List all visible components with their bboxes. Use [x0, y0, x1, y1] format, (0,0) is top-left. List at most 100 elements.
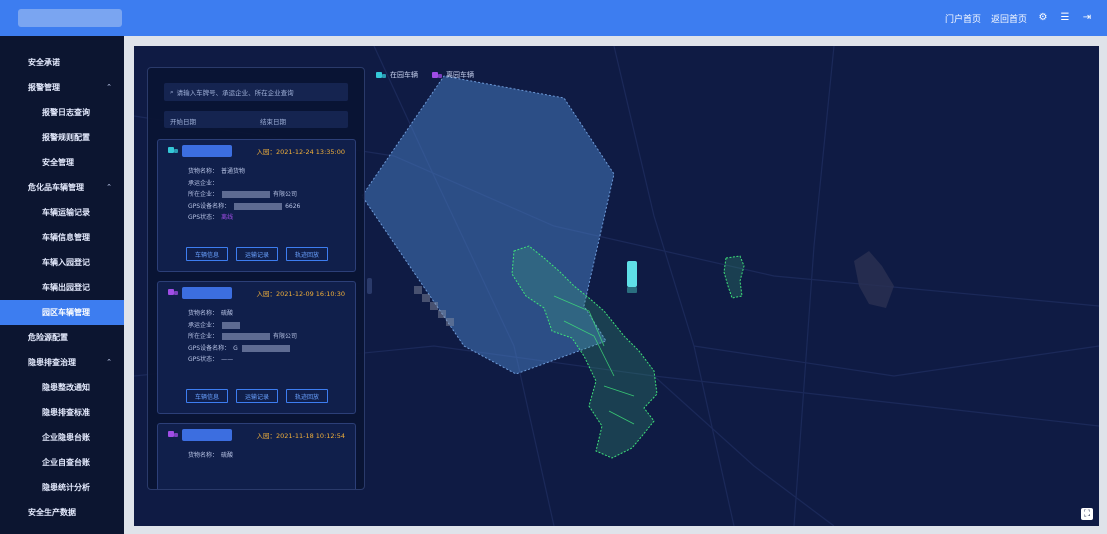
settings-icon[interactable]: ⚙ [1037, 12, 1049, 24]
sidebar-item-label: 危险源配置 [28, 333, 68, 342]
detail-row: 货物名称： 硫酸 [188, 310, 234, 317]
map-view[interactable]: 在园车辆 离园车辆 ⌕ 请输入车牌号、承运企业、所在企业查询 开始日期 结束日期… [134, 46, 1099, 526]
sidebar-item[interactable]: 安全管理 [0, 150, 124, 175]
header-actions: 门户首页 返回首页 ⚙ ☰ ⇥ [945, 0, 1093, 36]
sidebar-item-label: 安全承诺 [28, 58, 60, 67]
logout-icon[interactable]: ⇥ [1081, 12, 1093, 24]
detail-row: 货物名称： 普通货物 [188, 168, 246, 175]
chevron-up-icon: ⌃ [106, 83, 112, 91]
legend-in-park: 在园车辆 [376, 70, 418, 80]
sidebar-item-label: 报警规则配置 [42, 133, 90, 142]
map-landmass [854, 251, 894, 308]
detail-row: GPS设备名称： G [188, 343, 297, 355]
plate-number[interactable] [182, 145, 232, 157]
sidebar-item[interactable]: 车辆入园登记 [0, 250, 124, 275]
sidebar-item-label: 隐患排查标准 [42, 408, 90, 417]
sidebar-item-label: 隐患统计分析 [42, 483, 90, 492]
sidebar-item-label: 安全管理 [42, 158, 74, 167]
vehicle-info-button[interactable]: 车辆信息 [186, 389, 228, 403]
detail-row: 所在企业： 有限公司 [188, 191, 298, 198]
sidebar-item-label: 报警管理 [28, 83, 60, 92]
sidebar: 安全承诺报警管理 ⌃ 报警日志查询 报警规则配置 安全管理危化品车辆管理 ⌃ 车辆运输记录车… [0, 36, 124, 534]
redacted-value [222, 191, 271, 198]
detail-row: GPS设备名称： 6626 [188, 202, 301, 210]
redacted-value [241, 344, 290, 352]
sidebar-item[interactable]: 企业自查台账 [0, 450, 124, 475]
sidebar-item[interactable]: 报警规则配置 [0, 125, 124, 150]
sidebar-item[interactable]: 报警管理 ⌃ [0, 75, 124, 100]
track-playback-button[interactable]: 轨迹回放 [286, 247, 328, 261]
sidebar-item-label: 车辆出园登记 [42, 283, 90, 292]
menu-icon[interactable]: ☰ [1059, 12, 1071, 24]
sidebar-item-label: 报警日志查询 [42, 108, 90, 117]
truck-icon [432, 71, 442, 79]
fullscreen-icon[interactable]: ⛶ [1081, 508, 1093, 520]
truck-icon [168, 146, 178, 154]
truck-icon [376, 71, 386, 79]
sidebar-item-label: 车辆入园登记 [42, 258, 90, 267]
sidebar-item-label: 危化品车辆管理 [28, 183, 84, 192]
sidebar-item[interactable]: 车辆运输记录 [0, 200, 124, 225]
vehicle-card[interactable]: 入园：2021-12-24 13:35:00 货物名称： 普通货物 承运企业： 所… [157, 139, 356, 272]
date-range-picker[interactable]: 开始日期 结束日期 [164, 111, 348, 128]
end-date-field[interactable]: 结束日期 [260, 116, 286, 126]
chevron-up-icon: ⌃ [106, 358, 112, 366]
portal-home-link[interactable]: 门户首页 [945, 12, 981, 25]
sidebar-item[interactable]: 园区车辆管理 [0, 300, 124, 325]
chevron-up-icon: ⌃ [106, 183, 112, 191]
start-date-field[interactable]: 开始日期 [170, 116, 196, 126]
sidebar-item[interactable]: 企业隐患台账 [0, 425, 124, 450]
main-content: 在园车辆 离园车辆 ⌕ 请输入车牌号、承运企业、所在企业查询 开始日期 结束日期… [124, 36, 1107, 534]
transport-record-button[interactable]: 运输记录 [236, 247, 278, 261]
legend-left-park: 离园车辆 [432, 70, 474, 80]
sidebar-item[interactable]: 安全承诺 [0, 50, 124, 75]
sidebar-item[interactable]: 隐患排查治理 ⌃ [0, 350, 124, 375]
sidebar-item[interactable]: 安全生产数据 [0, 500, 124, 525]
legend-left-park-label: 离园车辆 [446, 71, 474, 79]
card-header: 入园：2021-11-18 10:12:54 [158, 424, 357, 444]
sidebar-nav: 安全承诺报警管理 ⌃ 报警日志查询 报警规则配置 安全管理危化品车辆管理 ⌃ 车辆运输记录车… [0, 50, 124, 525]
search-icon: ⌕ [170, 87, 174, 96]
search-input[interactable]: ⌕ 请输入车牌号、承运企业、所在企业查询 [164, 83, 348, 101]
sidebar-item[interactable]: 隐患排查标准 [0, 400, 124, 425]
vehicle-marker[interactable] [627, 261, 637, 287]
panel-collapse-handle[interactable] [367, 278, 372, 294]
card-header: 入园：2021-12-24 13:35:00 [158, 140, 357, 160]
sidebar-item-label: 园区车辆管理 [42, 308, 90, 317]
detail-row: 承运企业： [188, 179, 219, 187]
gps-status: —— [221, 356, 234, 363]
sidebar-item-label: 安全生产数据 [28, 508, 76, 517]
sidebar-item[interactable]: 报警日志查询 [0, 100, 124, 125]
search-placeholder: 请输入车牌号、承运企业、所在企业查询 [176, 89, 294, 97]
vehicle-list-panel: ⌕ 请输入车牌号、承运企业、所在企业查询 开始日期 结束日期 入园：2021-1… [147, 67, 365, 490]
back-home-link[interactable]: 返回首页 [991, 12, 1027, 25]
vehicle-card[interactable]: 入园：2021-12-09 16:10:30 货物名称： 硫酸 承运企业： 所在企… [157, 281, 356, 414]
plate-number[interactable] [182, 287, 232, 299]
card-header: 入园：2021-12-09 16:10:30 [158, 282, 357, 302]
sidebar-item[interactable]: 危险源配置 [0, 325, 124, 350]
entry-time: 入园：2021-12-09 16:10:30 [256, 290, 345, 298]
detail-row: GPS状态： 离线 [188, 214, 234, 221]
track-playback-button[interactable]: 轨迹回放 [286, 389, 328, 403]
transport-record-button[interactable]: 运输记录 [236, 389, 278, 403]
sidebar-item[interactable]: 隐患统计分析 [0, 475, 124, 500]
sidebar-item-label: 车辆信息管理 [42, 233, 90, 242]
sidebar-item[interactable]: 车辆出园登记 [0, 275, 124, 300]
sidebar-item[interactable]: 危化品车辆管理 ⌃ [0, 175, 124, 200]
detail-row: GPS状态： —— [188, 356, 234, 363]
detail-row: 所在企业： 有限公司 [188, 333, 298, 340]
top-bar: 门户首页 返回首页 ⚙ ☰ ⇥ [0, 0, 1107, 36]
vehicle-info-button[interactable]: 车辆信息 [186, 247, 228, 261]
sidebar-item[interactable]: 车辆信息管理 [0, 225, 124, 250]
plate-number[interactable] [182, 429, 232, 441]
truck-icon [168, 288, 178, 296]
sidebar-item-label: 企业自查台账 [42, 458, 90, 467]
card-details: 货物名称： 普通货物 承运企业： 所在企业： 有限公司 GPS设备名称： 6626 G… [188, 166, 300, 224]
redacted-value [222, 333, 271, 340]
sidebar-item-label: 车辆运输记录 [42, 208, 90, 217]
truck-icon [168, 430, 178, 438]
vehicle-card[interactable]: 入园：2021-11-18 10:12:54 货物名称： 硫酸 [157, 423, 357, 489]
sidebar-item[interactable]: 隐患整改通知 [0, 375, 124, 400]
card-actions: 车辆信息 运输记录 轨迹回放 [186, 247, 328, 261]
gps-status: 离线 [221, 214, 234, 221]
